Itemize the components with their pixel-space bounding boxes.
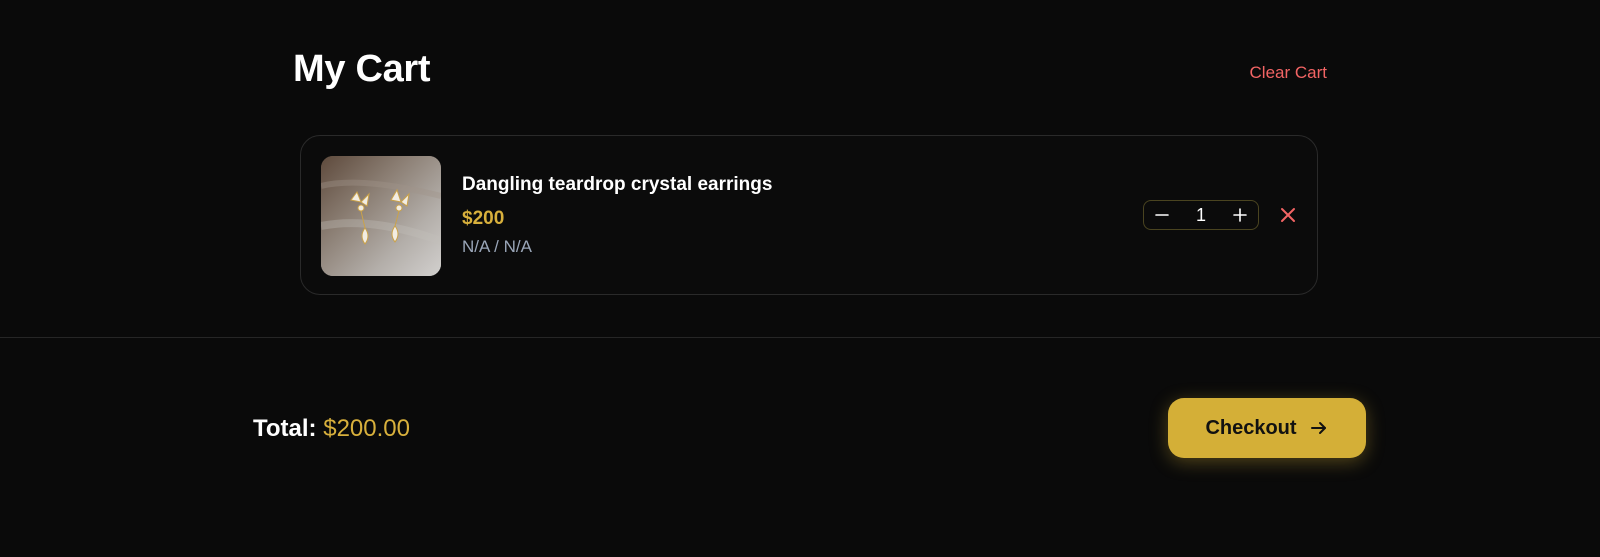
close-icon [1281,208,1295,222]
item-name: Dangling teardrop crystal earrings [462,174,773,195]
earrings-image [321,156,441,276]
divider [0,337,1600,338]
minus-icon [1155,214,1169,216]
clear-cart-button[interactable]: Clear Cart [1250,63,1327,83]
plus-icon [1233,208,1247,222]
checkout-label: Checkout [1205,416,1297,439]
increase-quantity-button[interactable] [1222,201,1258,229]
earrings-photo [321,156,441,276]
total-label: Total: [253,415,317,442]
quantity-value: 1 [1195,204,1206,225]
cart-item: Dangling teardrop crystal earrings $200 … [300,135,1318,295]
arrow-right-icon [1310,422,1326,434]
quantity-stepper: 1 [1143,200,1259,230]
cart-total: Total: $200.00 [253,415,410,443]
cart-header: My Cart Clear Cart [293,48,1327,102]
item-variant: N/A / N/A [462,237,532,256]
remove-item-button[interactable] [1276,203,1300,227]
checkout-button[interactable]: Checkout [1168,398,1366,458]
total-amount: $200.00 [323,415,410,442]
cart-page: My Cart Clear Cart Dangling teardrop cry… [0,0,1600,557]
decrease-quantity-button[interactable] [1144,201,1180,229]
item-info: Dangling teardrop crystal earrings $200 … [462,174,772,257]
page-title: My Cart [293,48,431,90]
item-price: $200 [462,208,505,229]
